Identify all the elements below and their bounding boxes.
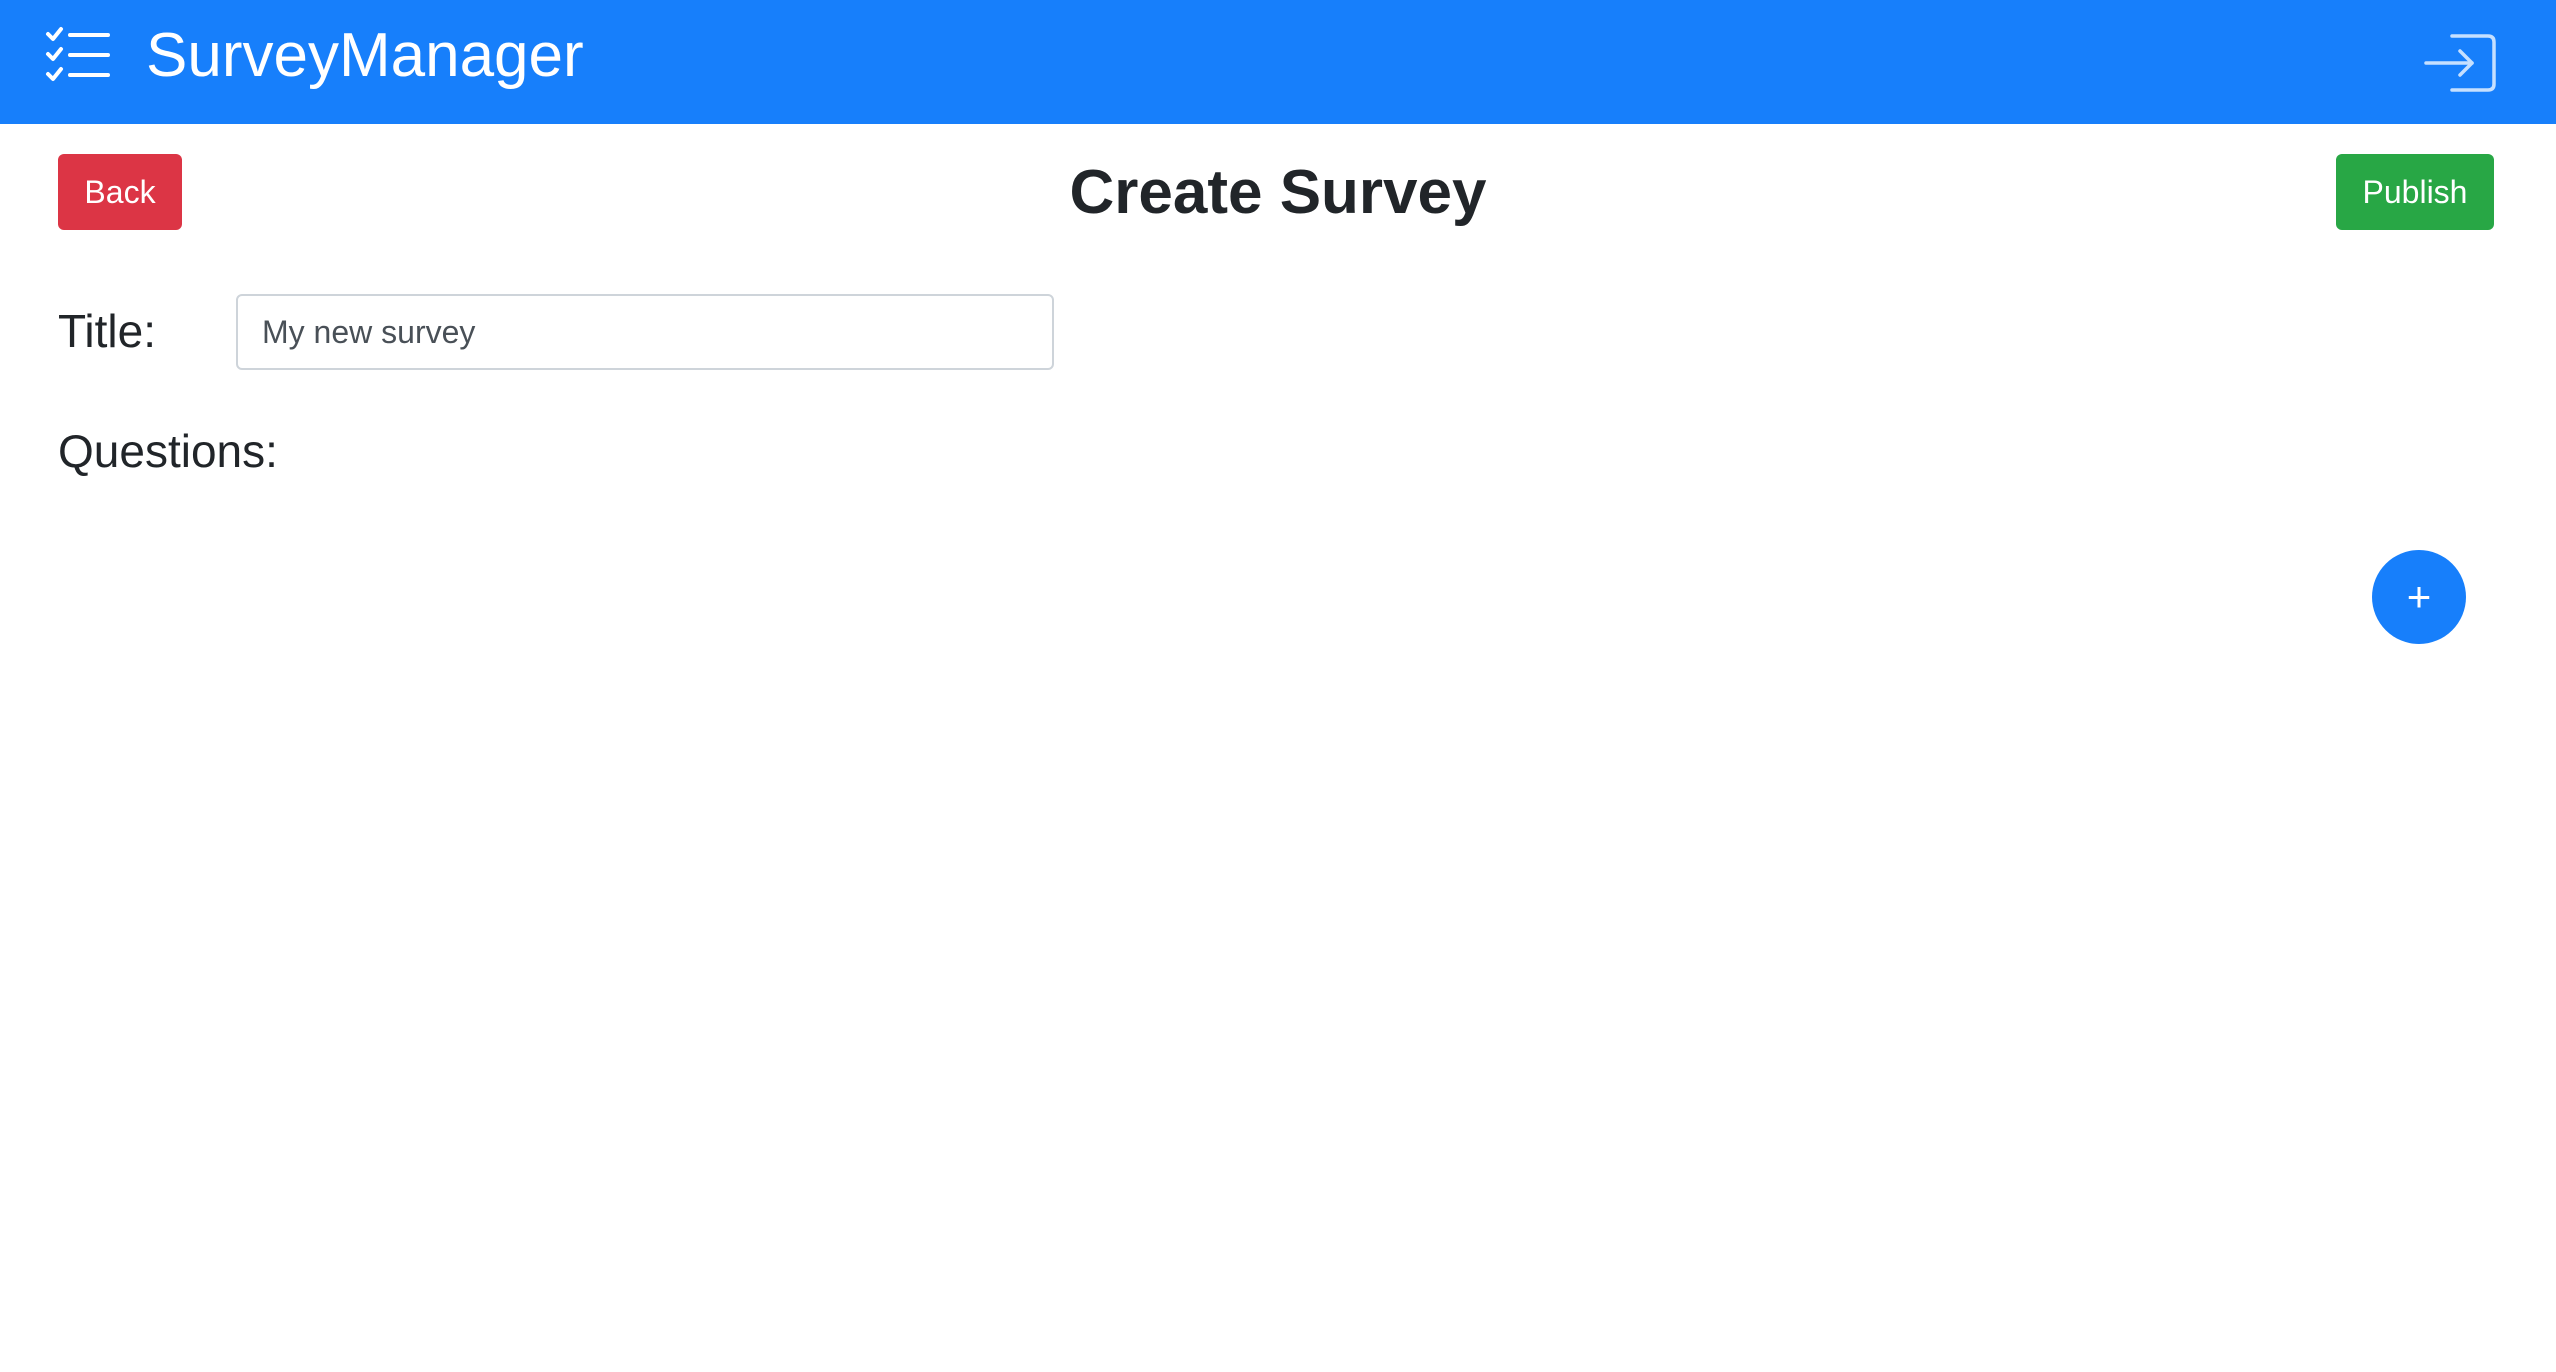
login-icon[interactable] [2422,30,2498,96]
page-title: Create Survey [1069,158,1487,227]
questions-label: Questions: [58,425,278,477]
navbar: SurveyManager [0,0,2556,124]
checklist-icon [44,26,112,86]
title-label: Title: [58,305,156,357]
title-input[interactable] [236,294,1054,370]
publish-button[interactable]: Publish [2336,154,2494,230]
add-question-button[interactable]: + [2372,550,2466,644]
app-title[interactable]: SurveyManager [146,18,584,94]
